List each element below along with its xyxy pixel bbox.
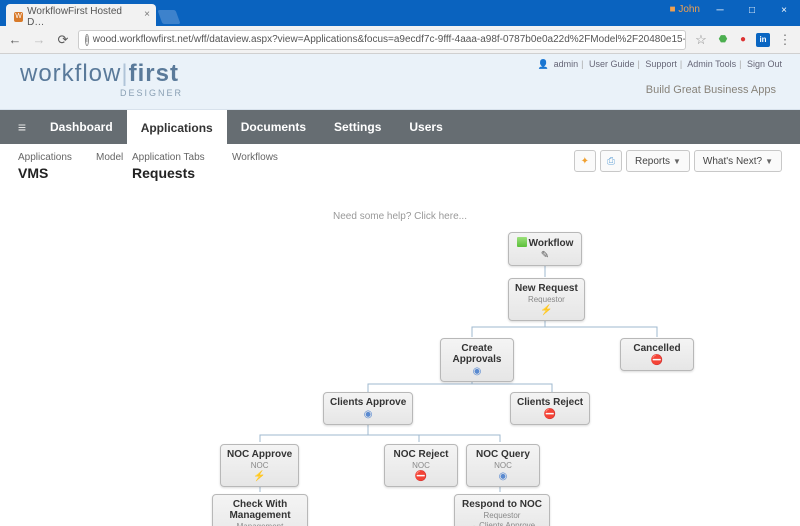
node-clients-approve[interactable]: Clients Approve ◉ [323, 392, 413, 425]
link-support[interactable]: Support [645, 59, 677, 69]
window-close-button[interactable]: × [768, 0, 800, 20]
crumb-workflows[interactable]: Workflows [232, 152, 310, 163]
workflow-icon [517, 237, 527, 247]
tagline: Build Great Business Apps [646, 84, 776, 96]
tab-favicon: W [14, 12, 23, 22]
nav-users[interactable]: Users [395, 110, 456, 144]
app-logo[interactable]: workflow|first [20, 60, 179, 88]
ext-icon-1[interactable]: ⬣ [716, 33, 730, 47]
tool-refresh-icon[interactable]: ✦ [574, 150, 596, 172]
forward-button[interactable]: → [30, 31, 48, 49]
browser-toolbar: ← → ⟳ i wood.workflowfirst.net/wff/datav… [0, 26, 800, 54]
new-tab-button[interactable] [157, 10, 180, 24]
node-noc-reject[interactable]: NOC Reject NOC ⛔ [384, 444, 458, 487]
sub-header: Applications VMS Model Application Tabs … [0, 144, 800, 185]
reports-dropdown[interactable]: Reports ▼ [626, 150, 690, 172]
link-admin[interactable]: admin [554, 59, 579, 69]
back-button[interactable]: ← [6, 31, 24, 49]
node-respond-noc[interactable]: Respond to NOC Requestor → Clients Appro… [454, 494, 550, 526]
window-maximize-button[interactable]: □ [736, 0, 768, 20]
node-check-mgmt[interactable]: Check WithManagement Management ◉ [212, 494, 308, 526]
stop-icon: ⛔ [517, 410, 583, 420]
chrome-menu-icon[interactable]: ⋮ [776, 31, 794, 49]
lightning-icon: ⚡ [227, 472, 292, 482]
crumb-app-tabs[interactable]: Application Tabs [132, 152, 232, 163]
lightning-icon: ⚡ [515, 306, 578, 316]
node-create-approvals[interactable]: CreateApprovals ◉ [440, 338, 514, 382]
person-icon: 👤 [538, 59, 549, 69]
app-header: workflow|first DESIGNER 👤 admin| User Gu… [0, 54, 800, 110]
nav-documents[interactable]: Documents [227, 110, 320, 144]
page-content: workflow|first DESIGNER 👤 admin| User Gu… [0, 54, 800, 526]
reload-button[interactable]: ⟳ [54, 31, 72, 49]
address-bar[interactable]: i wood.workflowfirst.net/wff/dataview.as… [78, 30, 686, 50]
globe-icon: ◉ [447, 367, 507, 377]
bookmark-star-icon[interactable]: ☆ [692, 31, 710, 49]
edit-icon[interactable]: ✎ [515, 251, 575, 261]
node-noc-query[interactable]: NOC Query NOC ◉ [466, 444, 540, 487]
logo-subtitle: DESIGNER [120, 88, 183, 98]
main-nav: ≡ Dashboard Applications Documents Setti… [0, 110, 800, 144]
page-toolbar: ✦ ⎙ Reports ▼ What's Next? ▼ [574, 150, 782, 172]
node-new-request[interactable]: New Request Requestor ⚡ [508, 278, 585, 321]
whats-next-dropdown[interactable]: What's Next? ▼ [694, 150, 782, 172]
nav-settings[interactable]: Settings [320, 110, 395, 144]
nav-applications[interactable]: Applications [127, 110, 227, 144]
arrow-right-icon: → [469, 521, 477, 526]
tab-close-icon[interactable]: × [144, 9, 150, 20]
site-info-icon[interactable]: i [85, 34, 89, 46]
globe-icon: ◉ [473, 472, 533, 482]
help-hint[interactable]: Need some help? Click here... [0, 211, 800, 222]
nav-dashboard[interactable]: Dashboard [36, 110, 127, 144]
workflow-diagram: Workflow ✎ New Request Requestor ⚡ Creat… [0, 222, 800, 526]
window-controls: ─ □ × [704, 0, 800, 20]
crumb-applications[interactable]: Applications [18, 152, 96, 163]
header-links: 👤 admin| User Guide| Support| Admin Tool… [538, 59, 782, 70]
ext-icon-2[interactable]: ● [736, 33, 750, 47]
chrome-user-badge[interactable]: ■ John [669, 4, 700, 15]
ext-icon-3[interactable]: in [756, 33, 770, 47]
node-clients-reject[interactable]: Clients Reject ⛔ [510, 392, 590, 425]
link-user-guide[interactable]: User Guide [589, 59, 635, 69]
node-noc-approve[interactable]: NOC Approve NOC ⚡ [220, 444, 299, 487]
node-cancelled[interactable]: Cancelled ⛔ [620, 338, 694, 371]
browser-titlebar: W WorkflowFirst Hosted D… × ■ John ─ □ × [0, 0, 800, 26]
crumb-model[interactable]: Model [96, 152, 132, 163]
link-sign-out[interactable]: Sign Out [747, 59, 782, 69]
extension-icons: ⬣ ● in [716, 33, 770, 47]
tab-title: WorkflowFirst Hosted D… [27, 6, 132, 28]
crumb-title-requests: Requests [132, 165, 232, 181]
stop-icon: ⛔ [391, 472, 451, 482]
window-minimize-button[interactable]: ─ [704, 0, 736, 20]
link-admin-tools[interactable]: Admin Tools [687, 59, 736, 69]
stop-icon: ⛔ [627, 356, 687, 366]
crumb-title-vms: VMS [18, 165, 96, 181]
hamburger-icon[interactable]: ≡ [8, 110, 36, 144]
globe-icon: ◉ [330, 410, 406, 420]
url-text: wood.workflowfirst.net/wff/dataview.aspx… [93, 34, 686, 45]
browser-tab[interactable]: W WorkflowFirst Hosted D… × [6, 4, 156, 26]
node-workflow[interactable]: Workflow ✎ [508, 232, 582, 266]
tool-print-icon[interactable]: ⎙ [600, 150, 622, 172]
